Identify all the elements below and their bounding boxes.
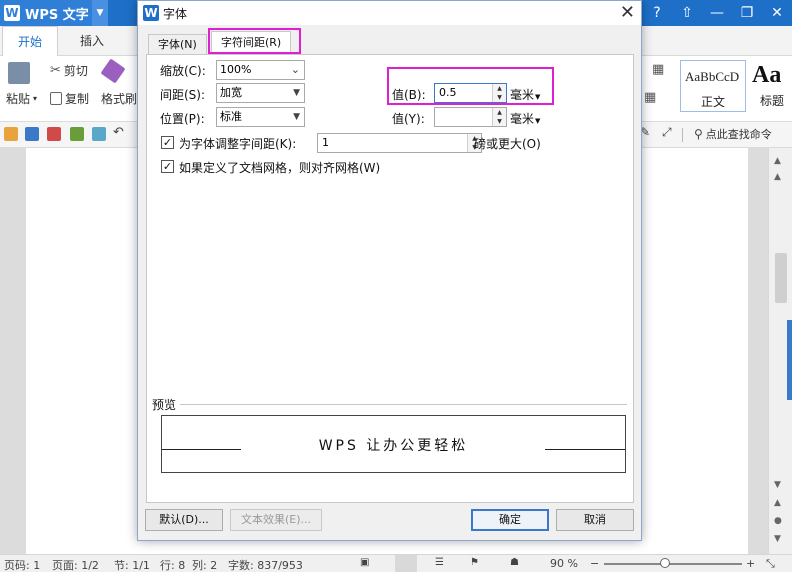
chevron-down-icon: ⌄ [290,63,300,76]
tab-font[interactable]: 字体(N) [148,34,207,55]
text-effect-button[interactable]: 文本效果(E)... [230,509,322,531]
spacing-value-label: 值(B): [392,88,426,102]
preview-label: 预览 [152,398,177,412]
status-col: 列: 2 [192,559,218,572]
spacing-unit-dropdown[interactable]: 毫米▼ [510,86,540,103]
web-view-icon[interactable]: ⚑ [470,557,479,568]
page-up-icon-2[interactable]: ▲ [774,498,781,508]
help-icon[interactable]: ? [642,5,672,21]
zoom-level: 90 % [550,557,578,570]
window-close-icon[interactable]: ✕ [762,5,792,21]
snap-grid-label: 如果定义了文档网格，则对齐网格(W) [179,161,381,175]
style-heading[interactable]: Aa 标题 [750,60,792,112]
window-controls: ? ⇧ — ❐ ✕ [642,0,792,26]
status-page-no: 页码: 1 [4,559,41,572]
preview-box: WPS 让办公更轻松 [161,415,626,473]
select-browse-icon[interactable]: ● [774,516,782,526]
ribbon-toggle-icon[interactable]: ⇧ [672,5,702,21]
search-icon: ⚲ [694,127,703,141]
snap-grid-checkbox[interactable]: ✓ [161,160,174,173]
position-value-spinner[interactable]: ▲ ▼ [434,107,507,127]
wps-logo-icon: W [143,5,159,21]
page-view-icon[interactable] [395,555,417,572]
open-icon[interactable] [4,127,18,141]
scissors-icon: ✂ [50,63,61,78]
chevron-down-icon: ▼ [293,112,300,122]
zoom-slider-thumb[interactable] [660,558,670,568]
maximize-icon[interactable]: ❐ [732,5,762,21]
scroll-down-icon[interactable]: ▼ [774,480,781,490]
side-panel-tab[interactable] [787,320,792,400]
spacing-value-spinner[interactable]: 0.5 ▲ ▼ [434,83,507,103]
cancel-button[interactable]: 取消 [556,509,634,531]
format-painter-button[interactable]: 格式刷 [101,90,137,107]
status-section: 节: 1/1 [114,559,150,572]
status-row: 行: 8 [160,559,186,572]
cut-button[interactable]: ✂ 剪切 [50,62,88,79]
dialog-title: 字体 [163,7,188,21]
vertical-scrollbar[interactable]: ▲ ▲ ▼ ▲ ● ▼ [768,148,792,554]
position-unit-dropdown[interactable]: 毫米▼ [510,110,540,127]
app-menu-button[interactable]: W WPS 文字 [0,0,92,26]
paste-button[interactable] [8,62,30,84]
page-down-icon[interactable]: ▼ [774,534,781,544]
copy-icon [50,92,62,105]
wps-logo-icon: W [4,5,20,21]
app-name: WPS 文字 [25,7,89,23]
dialog-titlebar[interactable]: W 字体 ✕ [138,1,641,25]
border-icon[interactable]: ▦ [644,90,656,105]
status-words: 字数: 837/953 [228,559,303,572]
zoom-slider[interactable] [604,563,742,565]
scale-combo[interactable]: 100% ⌄ [216,60,305,80]
position-select[interactable]: 标准 ▼ [216,107,305,127]
preview-divider [180,404,627,405]
outline-view-icon[interactable]: ☰ [435,557,444,568]
full-screen-icon[interactable]: ▣ [360,557,369,568]
style-normal[interactable]: AaBbCcD 正文 [680,60,746,112]
chevron-down-icon: ▼ [293,88,300,98]
print-icon[interactable] [70,127,84,141]
paste-label[interactable]: 粘贴 ▾ [6,90,37,107]
fit-icon[interactable]: ⤡ [766,557,775,571]
position-label: 位置(P): [160,112,205,126]
table-icon[interactable]: ▦ [652,62,664,77]
default-button[interactable]: 默认(D)... [145,509,223,531]
kerning-size-spinner[interactable]: 1 ▲ ▼ [317,133,482,153]
copy-button[interactable]: 复制 [50,90,89,107]
tab-character-spacing[interactable]: 字符间距(R) [211,31,292,55]
spin-buttons[interactable]: ▲ ▼ [492,84,506,102]
status-bar: 页码: 1 页面: 1/2 节: 1/1 行: 8 列: 2 字数: 837/9… [0,554,792,572]
dialog-close-icon[interactable]: ✕ [620,1,635,25]
position-value-label: 值(Y): [392,112,425,126]
kerning-label: 为字体调整字间距(K): [179,137,297,151]
format-painter-icon[interactable] [100,58,126,84]
spacing-select[interactable]: 加宽 ▼ [216,83,305,103]
ok-button[interactable]: 确定 [471,509,549,531]
scroll-up-icon[interactable]: ▲ [774,156,781,166]
export-pdf-icon[interactable] [47,127,61,141]
expand-icon[interactable]: ⤢ [662,125,672,140]
minimize-icon[interactable]: — [702,5,732,21]
tab-insert[interactable]: 插入 [80,26,104,56]
app-menu-dropdown-icon[interactable]: ▼ [92,0,108,26]
zoom-out-icon[interactable]: − [590,557,599,570]
kerning-checkbox[interactable]: ✓ [161,136,174,149]
spacing-label: 间距(S): [160,88,206,102]
page-up-icon[interactable]: ▲ [774,172,781,182]
save-icon[interactable] [25,127,39,141]
undo-icon[interactable]: ↶ [113,125,124,140]
kerning-suffix: 磅或更大(O) [474,137,541,151]
print-preview-icon[interactable] [92,127,106,141]
reading-view-icon[interactable]: ☗ [510,557,519,568]
tab-home[interactable]: 开始 [2,26,59,56]
spin-buttons[interactable]: ▲ ▼ [492,108,506,126]
paste-icon [8,62,30,84]
status-page: 页面: 1/2 [52,559,99,572]
scroll-thumb[interactable] [775,253,787,303]
scale-label: 缩放(C): [160,64,206,78]
preview-text: WPS 让办公更轻松 [318,438,469,454]
zoom-in-icon[interactable]: + [746,557,755,570]
find-command-box[interactable]: ⚲ 点此查找命令 [694,126,772,142]
